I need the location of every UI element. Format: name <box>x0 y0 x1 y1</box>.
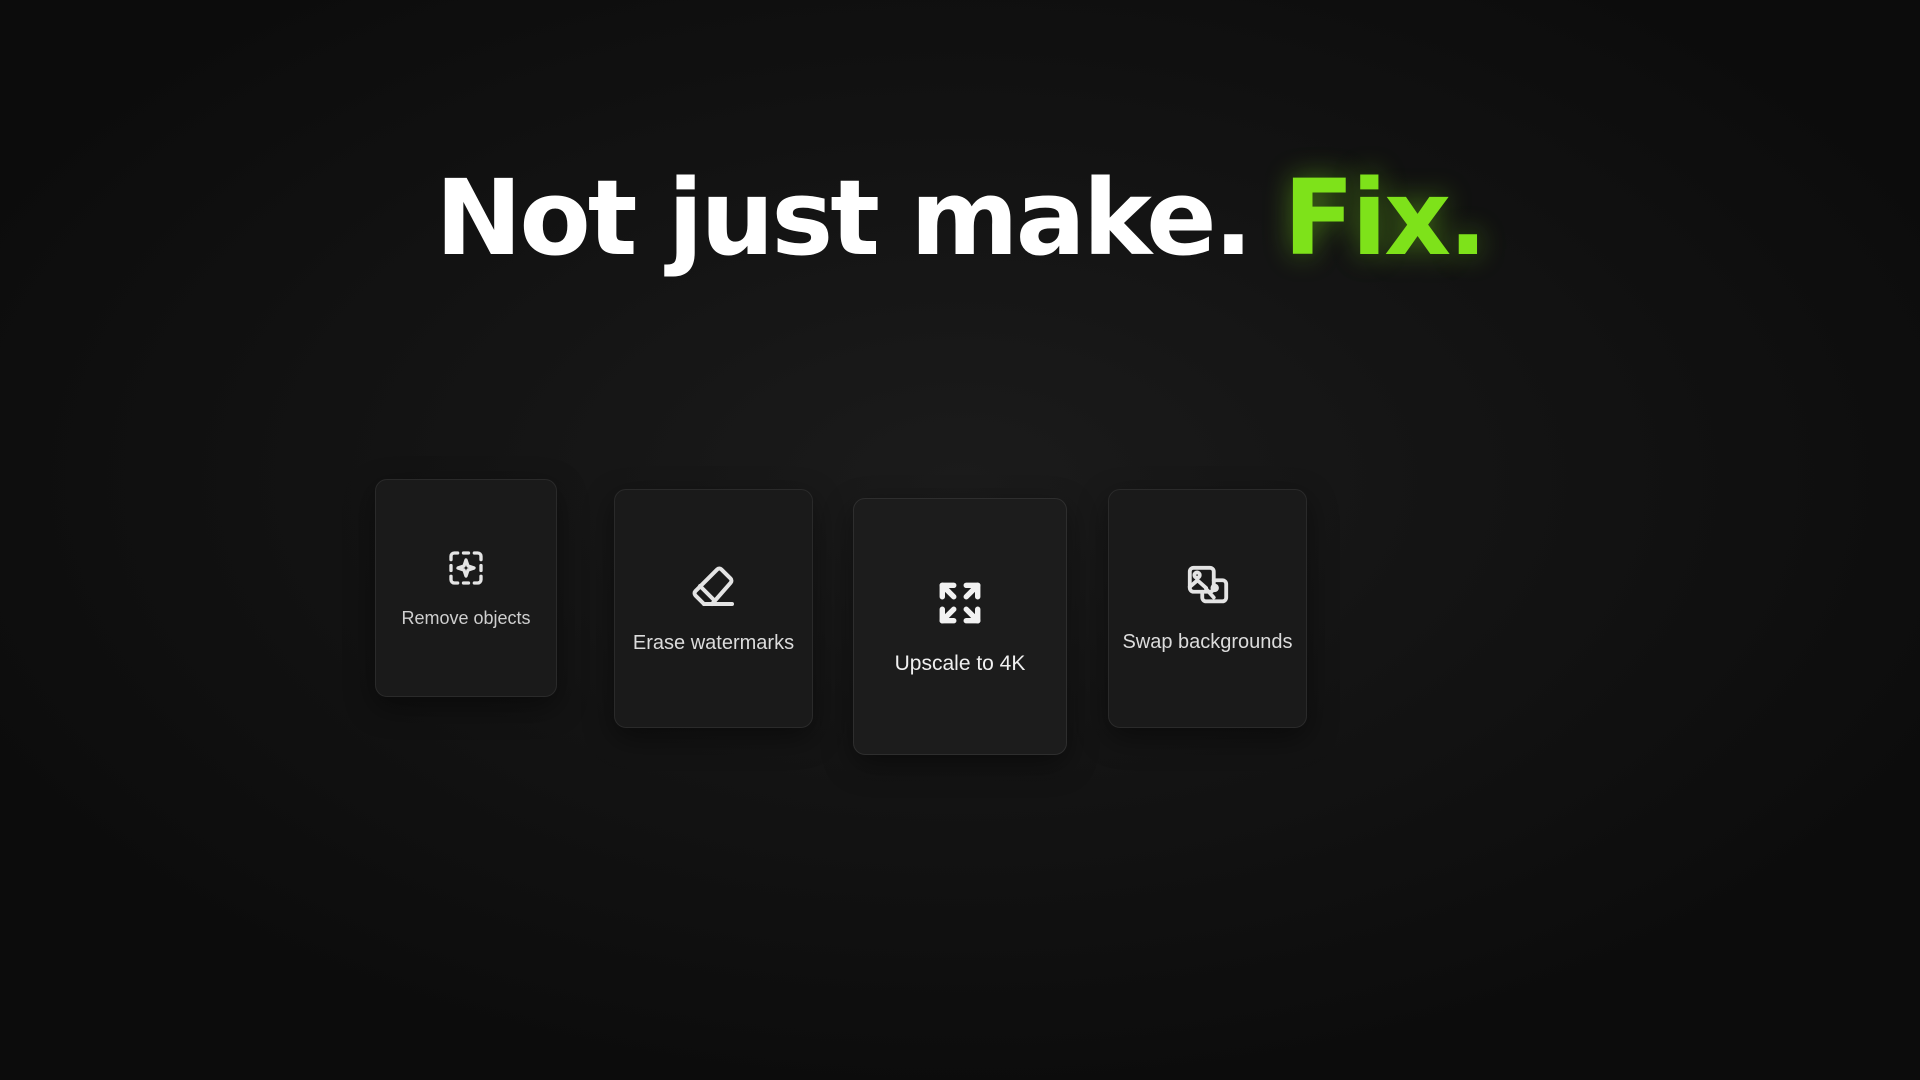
feature-label: Upscale to 4K <box>894 651 1026 675</box>
headline-main: Not just make. <box>435 157 1253 279</box>
feature-card-upscale-4k[interactable]: Upscale to 4K <box>853 498 1067 755</box>
eraser-icon <box>690 562 738 610</box>
headline-accent: Fix. <box>1283 157 1487 279</box>
expand-arrows-icon <box>935 578 985 628</box>
images-swap-icon <box>1185 563 1231 609</box>
feature-card-swap-backgrounds[interactable]: Swap backgrounds <box>1108 489 1307 728</box>
feature-card-erase-watermarks[interactable]: Erase watermarks <box>614 489 813 728</box>
feature-label: Erase watermarks <box>632 632 795 654</box>
feature-card-remove-objects[interactable]: Remove objects <box>375 479 557 697</box>
feature-label: Remove objects <box>401 607 531 628</box>
feature-label: Swap backgrounds <box>1122 631 1293 653</box>
dashed-selection-sparkle-icon <box>446 548 486 588</box>
headline: Not just make. Fix. <box>0 158 1920 278</box>
